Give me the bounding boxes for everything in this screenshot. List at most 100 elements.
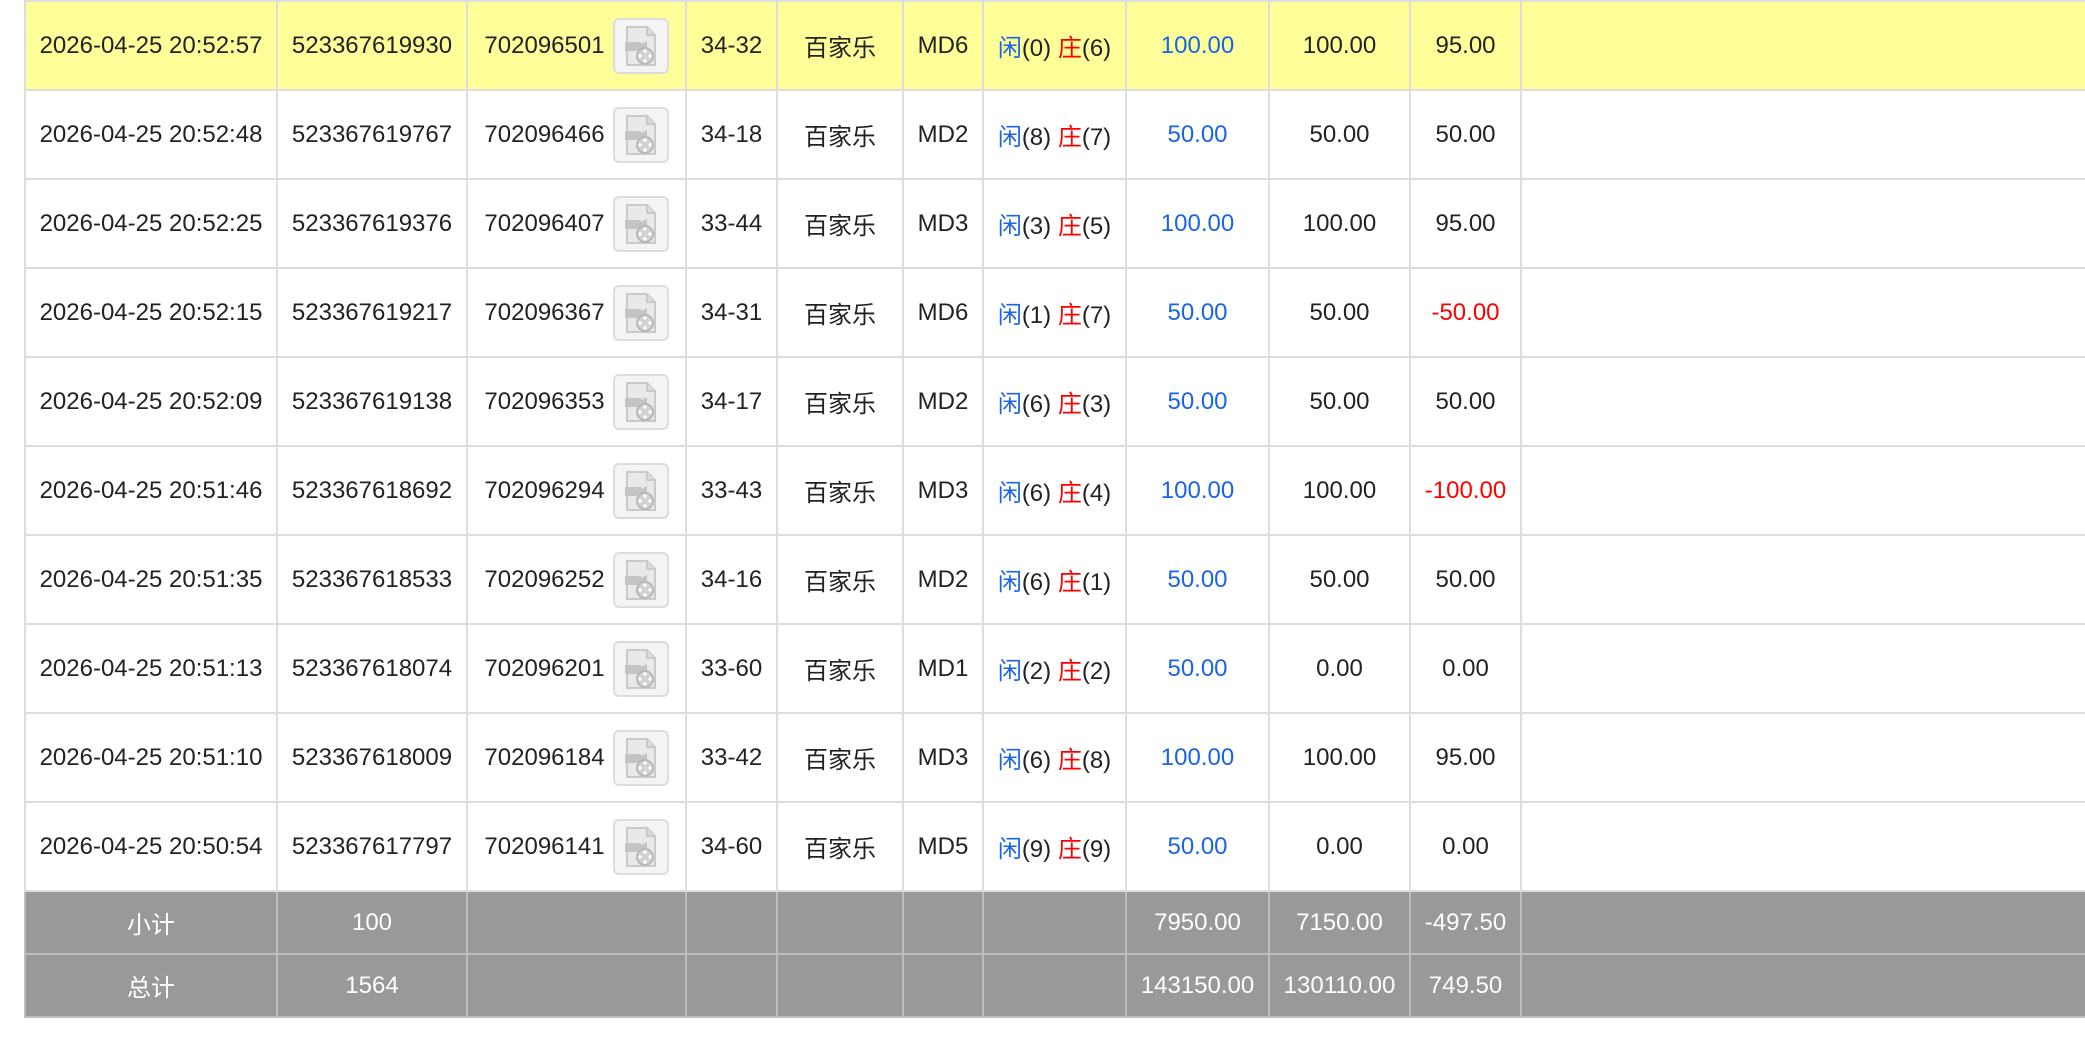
video-replay-button[interactable] [612, 195, 669, 252]
banker-label: 庄 [1057, 658, 1082, 685]
bet-id-cell: 523367619767 [276, 89, 468, 180]
extra-cell [1520, 712, 2085, 803]
win-loss-cell: -50.00 [1409, 267, 1522, 358]
video-replay-button[interactable] [612, 551, 669, 608]
total-bet-amount: 143150.00 [1125, 953, 1270, 1018]
banker-score: (3) [1081, 391, 1112, 418]
table-id-cell: MD3 [902, 445, 984, 536]
player-label: 闲 [997, 391, 1022, 418]
bet-time-cell: 2026-04-25 20:52:09 [24, 356, 278, 447]
player-score: (9) [1021, 836, 1052, 863]
empty-cell [902, 953, 984, 1018]
shoe-cell: 34-18 [685, 89, 778, 180]
video-replay-button[interactable] [612, 17, 669, 74]
table-row: 2026-04-25 20:51:46 523367618692 702096294… [24, 445, 2085, 536]
table-row: 2026-04-25 20:52:09 523367619138 702096353… [24, 356, 2085, 447]
bet-time-cell: 2026-04-25 20:51:13 [24, 623, 278, 714]
video-replay-button[interactable] [612, 640, 669, 697]
round-id-cell: 702096141 [466, 801, 687, 892]
table-row: 2026-04-25 20:52:57 523367619930 702096501… [24, 0, 2085, 91]
extra-cell [1520, 0, 2085, 91]
extra-cell [1520, 445, 2085, 536]
banker-label: 庄 [1057, 302, 1082, 329]
bet-time-cell: 2026-04-25 20:52:57 [24, 0, 278, 91]
win-loss-cell: 0.00 [1409, 623, 1522, 714]
valid-bet-cell: 50.00 [1268, 89, 1411, 180]
result-cell: 闲(6) 庄(1) [982, 534, 1127, 625]
game-type-cell: 百家乐 [776, 356, 904, 447]
video-replay-icon [615, 292, 667, 334]
records-body: 2026-04-25 20:52:57 523367619930 702096501… [24, 0, 2085, 1018]
round-id: 702096501 [484, 31, 605, 59]
video-replay-icon [615, 826, 667, 868]
empty-cell [982, 890, 1127, 955]
player-score: (1) [1021, 302, 1052, 329]
banker-score: (8) [1081, 747, 1112, 774]
table-row: 2026-04-25 20:51:35 523367618533 702096252… [24, 534, 2085, 625]
bet-amount-cell: 100.00 [1125, 178, 1270, 269]
table-id-cell: MD5 [902, 801, 984, 892]
bet-id-cell: 523367619930 [276, 0, 468, 91]
round-id-cell: 702096466 [466, 89, 687, 180]
banker-label: 庄 [1057, 124, 1082, 151]
player-label: 闲 [997, 836, 1022, 863]
video-replay-button[interactable] [612, 284, 669, 341]
round-id: 702096184 [484, 743, 605, 771]
video-replay-icon [615, 25, 667, 67]
game-type-cell: 百家乐 [776, 623, 904, 714]
table-id-cell: MD2 [902, 356, 984, 447]
video-replay-button[interactable] [612, 729, 669, 786]
video-replay-button[interactable] [612, 818, 669, 875]
banker-label: 庄 [1057, 391, 1082, 418]
video-replay-icon [615, 559, 667, 601]
video-replay-button[interactable] [612, 373, 669, 430]
total-win-loss: 749.50 [1409, 953, 1522, 1018]
video-replay-button[interactable] [612, 462, 669, 519]
win-loss-cell: 95.00 [1409, 712, 1522, 803]
round-id-cell: 702096367 [466, 267, 687, 358]
table-id-cell: MD1 [902, 623, 984, 714]
result-cell: 闲(6) 庄(3) [982, 356, 1127, 447]
bet-amount-cell: 50.00 [1125, 356, 1270, 447]
win-loss-cell: 50.00 [1409, 534, 1522, 625]
banker-label: 庄 [1057, 480, 1082, 507]
player-label: 闲 [997, 658, 1022, 685]
banker-label: 庄 [1057, 569, 1082, 596]
shoe-cell: 34-31 [685, 267, 778, 358]
result-cell: 闲(6) 庄(4) [982, 445, 1127, 536]
win-loss-cell: 95.00 [1409, 0, 1522, 91]
table-id-cell: MD2 [902, 89, 984, 180]
shoe-cell: 34-60 [685, 801, 778, 892]
banker-score: (6) [1081, 35, 1112, 62]
extra-cell [1520, 89, 2085, 180]
bet-id-cell: 523367618074 [276, 623, 468, 714]
player-label: 闲 [997, 213, 1022, 240]
total-row: 总计 1564 143150.00 130110.00 749.50 [24, 953, 2085, 1018]
round-id: 702096294 [484, 476, 605, 504]
player-label: 闲 [997, 569, 1022, 596]
game-type-cell: 百家乐 [776, 445, 904, 536]
valid-bet-cell: 100.00 [1268, 0, 1411, 91]
banker-score: (2) [1081, 658, 1112, 685]
round-id: 702096201 [484, 654, 605, 682]
round-id-cell: 702096407 [466, 178, 687, 269]
bet-amount-cell: 50.00 [1125, 801, 1270, 892]
result-cell: 闲(0) 庄(6) [982, 0, 1127, 91]
bet-id-cell: 523367618009 [276, 712, 468, 803]
bet-amount-cell: 100.00 [1125, 0, 1270, 91]
result-cell: 闲(8) 庄(7) [982, 89, 1127, 180]
video-replay-button[interactable] [612, 106, 669, 163]
valid-bet-cell: 100.00 [1268, 712, 1411, 803]
win-loss-cell: 50.00 [1409, 356, 1522, 447]
bet-id-cell: 523367617797 [276, 801, 468, 892]
valid-bet-cell: 50.00 [1268, 534, 1411, 625]
bet-records-table: 2026-04-25 20:52:57 523367619930 702096501… [24, 0, 2085, 1018]
player-score: (0) [1021, 35, 1052, 62]
player-score: (6) [1021, 480, 1052, 507]
banker-score: (1) [1081, 569, 1112, 596]
bet-amount-cell: 100.00 [1125, 445, 1270, 536]
game-type-cell: 百家乐 [776, 801, 904, 892]
table-row: 2026-04-25 20:52:48 523367619767 702096466… [24, 89, 2085, 180]
game-type-cell: 百家乐 [776, 267, 904, 358]
valid-bet-cell: 0.00 [1268, 623, 1411, 714]
